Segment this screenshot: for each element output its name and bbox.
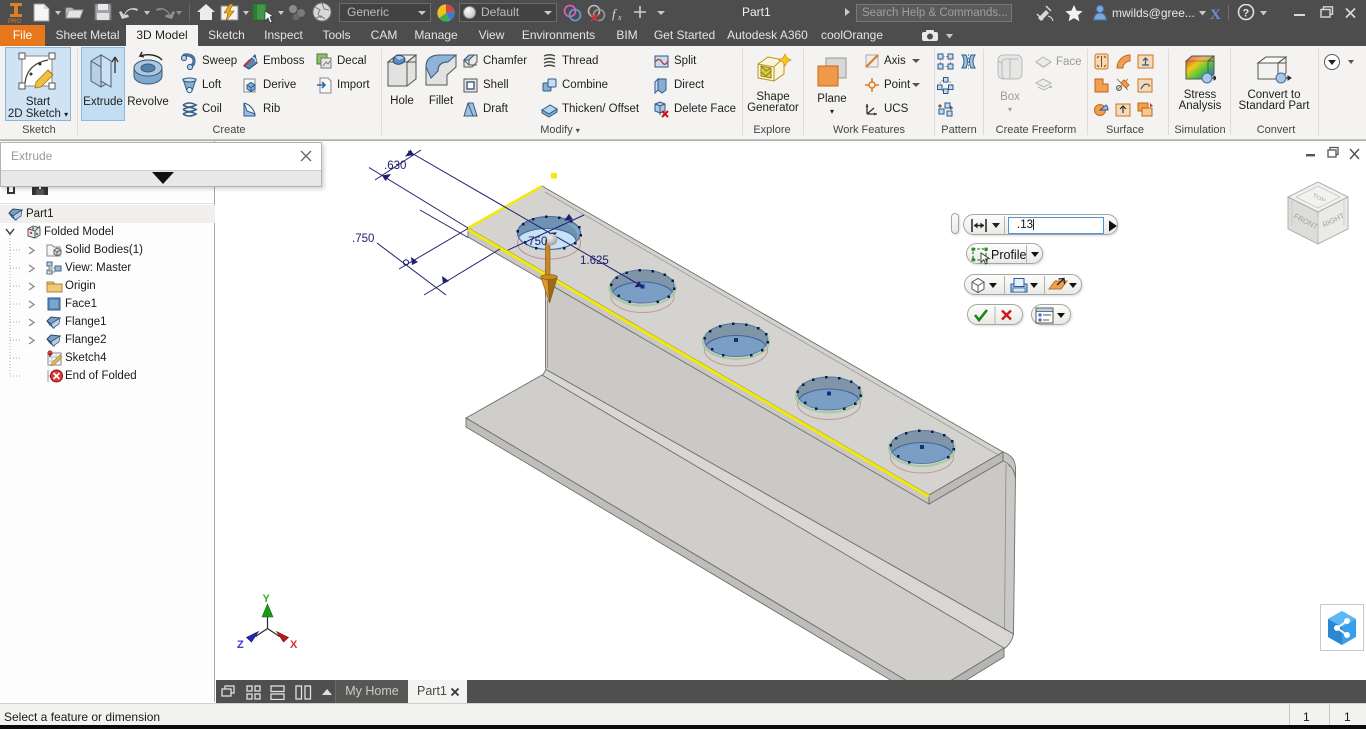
svg-text:Y: Y — [263, 593, 271, 605]
svg-text:.750: .750 — [352, 233, 374, 245]
svg-text:Z: Z — [237, 639, 244, 651]
svg-text:X: X — [1210, 7, 1221, 22]
svg-text:Profile: Profile — [991, 248, 1026, 262]
svg-text:.630: .630 — [384, 160, 406, 172]
svg-text:.750: .750 — [525, 236, 547, 248]
svg-text:x: x — [617, 13, 622, 22]
svg-text:mwilds@gree...: mwilds@gree... — [1112, 6, 1195, 20]
svg-text:1.625: 1.625 — [580, 255, 609, 267]
svg-text:?: ? — [1243, 8, 1250, 20]
svg-text:X: X — [290, 639, 298, 651]
